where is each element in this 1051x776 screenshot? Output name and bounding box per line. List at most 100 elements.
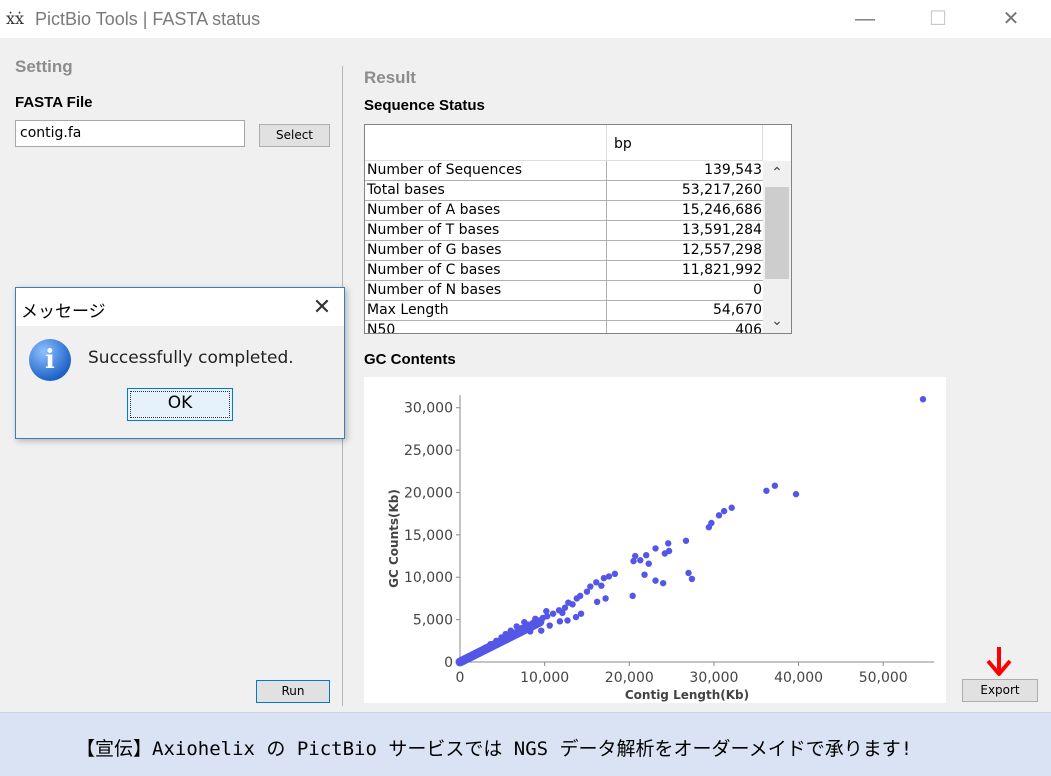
ok-button[interactable]: OK xyxy=(127,388,233,421)
data-point xyxy=(763,487,770,494)
row-name: Max Length xyxy=(365,301,607,320)
row-name: Number of G bases xyxy=(365,241,607,260)
data-point xyxy=(630,557,637,565)
minimize-button[interactable]: — xyxy=(842,4,888,34)
row-value: 0 xyxy=(753,282,762,298)
table-row[interactable]: Number of N bases 0 xyxy=(365,281,763,301)
table-row[interactable]: Number of T bases 13,591,284 xyxy=(365,221,763,241)
data-point xyxy=(641,571,648,578)
row-value: 54,670 xyxy=(713,302,762,318)
data-point xyxy=(556,618,564,625)
data-point xyxy=(549,610,557,617)
data-point xyxy=(682,537,690,544)
x-tick-label: 0 xyxy=(456,670,465,686)
row-value: 13,591,284 xyxy=(681,222,762,238)
scroll-down-icon[interactable]: ⌄ xyxy=(763,309,791,331)
data-point xyxy=(593,598,601,606)
table-row[interactable]: Number of G bases 12,557,298 xyxy=(365,241,763,261)
table-row[interactable]: Number of C bases 11,821,992 xyxy=(365,261,763,281)
x-axis-label: Contig Length(Kb) xyxy=(625,688,749,702)
row-value: 15,246,686 xyxy=(681,202,762,218)
dialog-title: メッセージ xyxy=(21,302,106,322)
data-point xyxy=(546,622,553,629)
data-point xyxy=(637,557,644,564)
data-point xyxy=(688,575,696,583)
data-point xyxy=(685,569,692,577)
row-name: Number of Sequences xyxy=(365,161,607,180)
data-point xyxy=(598,582,605,589)
export-button[interactable]: Export xyxy=(962,679,1038,702)
y-tick-label: 25,000 xyxy=(404,443,453,459)
x-tick-label: 10,000 xyxy=(520,670,569,686)
data-point xyxy=(665,540,672,547)
table-row[interactable]: Number of A bases 15,246,686 xyxy=(365,201,763,221)
x-tick-label: 30,000 xyxy=(689,670,738,686)
row-name: Number of A bases xyxy=(365,201,607,220)
data-point xyxy=(792,490,800,498)
data-point xyxy=(643,552,650,559)
y-tick-label: 20,000 xyxy=(404,485,453,501)
data-point xyxy=(576,592,584,600)
data-point xyxy=(919,396,927,403)
maximize-button[interactable]: ☐ xyxy=(915,4,961,34)
gc-contents-chart: 0 10,000 20,000 30,000 40,000 50,000 0 5,000 10,… xyxy=(364,377,946,703)
table-header-bp: bp xyxy=(607,125,763,161)
data-point xyxy=(720,507,728,515)
scroll-thumb[interactable] xyxy=(765,187,789,279)
data-point xyxy=(583,588,591,595)
row-name: Number of T bases xyxy=(365,221,607,240)
dialog-message: Successfully completed. xyxy=(88,348,294,368)
table-row[interactable]: N50 406 xyxy=(365,321,763,333)
data-point xyxy=(659,579,667,587)
data-point xyxy=(661,550,669,557)
row-name: Number of C bases xyxy=(365,261,607,280)
info-icon: i xyxy=(29,339,71,381)
ad-banner-text: 【宣伝】Axiohelix の PictBio サービスでは NGS データ解析… xyxy=(76,738,913,760)
data-point xyxy=(652,545,659,552)
data-point xyxy=(771,482,779,489)
data-point xyxy=(569,601,576,608)
data-point xyxy=(564,617,571,624)
x-tick-label: 50,000 xyxy=(859,670,908,686)
row-value: 53,217,260 xyxy=(681,182,762,198)
data-point xyxy=(728,504,735,511)
data-point xyxy=(705,524,713,531)
table-row[interactable]: Max Length 54,670 xyxy=(365,301,763,321)
table-row[interactable]: Number of Sequences 139,543 xyxy=(365,161,763,181)
data-point xyxy=(559,609,566,617)
dialog-title-bar: メッセージ ✕ xyxy=(16,288,344,326)
table-header-name xyxy=(365,125,607,161)
y-tick-label: 15,000 xyxy=(404,528,453,544)
data-point xyxy=(645,560,652,567)
data-point xyxy=(611,570,619,578)
row-name: N50 xyxy=(365,321,607,333)
table-row[interactable]: Total bases 53,217,260 xyxy=(365,181,763,201)
fasta-file-label: FASTA File xyxy=(15,94,93,111)
sequence-status-table[interactable]: bp Number of Sequences 139,543 Total bases… xyxy=(364,124,792,334)
row-name: Total bases xyxy=(365,181,607,200)
close-button[interactable]: ✕ xyxy=(988,4,1034,34)
gc-contents-label: GC Contents xyxy=(364,351,456,368)
row-value: 139,543 xyxy=(704,162,762,178)
data-point xyxy=(535,617,545,627)
row-name: Number of N bases xyxy=(365,281,607,300)
data-point xyxy=(543,607,550,615)
y-tick-label: 30,000 xyxy=(404,401,453,417)
data-point xyxy=(538,627,545,634)
table-scrollbar[interactable]: ⌃ ⌄ xyxy=(763,161,791,333)
fasta-file-input[interactable]: contig.fa xyxy=(15,120,245,147)
message-dialog[interactable]: メッセージ ✕ i Successfully completed. OK xyxy=(15,287,345,439)
scroll-up-icon[interactable]: ⌃ xyxy=(763,161,791,183)
run-button[interactable]: Run xyxy=(256,680,330,703)
window-title: PictBio Tools | FASTA status xyxy=(35,9,261,29)
ad-banner: 【宣伝】Axiohelix の PictBio サービスでは NGS データ解析… xyxy=(0,712,1051,776)
title-bar: ẋẋ PictBio Tools | FASTA status — ☐ ✕ xyxy=(0,0,1051,38)
row-value: 11,821,992 xyxy=(681,262,762,278)
y-tick-label: 0 xyxy=(444,655,453,671)
data-point xyxy=(629,592,636,600)
select-button[interactable]: Select xyxy=(259,124,330,147)
data-point xyxy=(652,577,659,584)
data-point xyxy=(602,595,609,602)
sequence-status-label: Sequence Status xyxy=(364,97,485,114)
dialog-close-button[interactable]: ✕ xyxy=(305,292,339,322)
